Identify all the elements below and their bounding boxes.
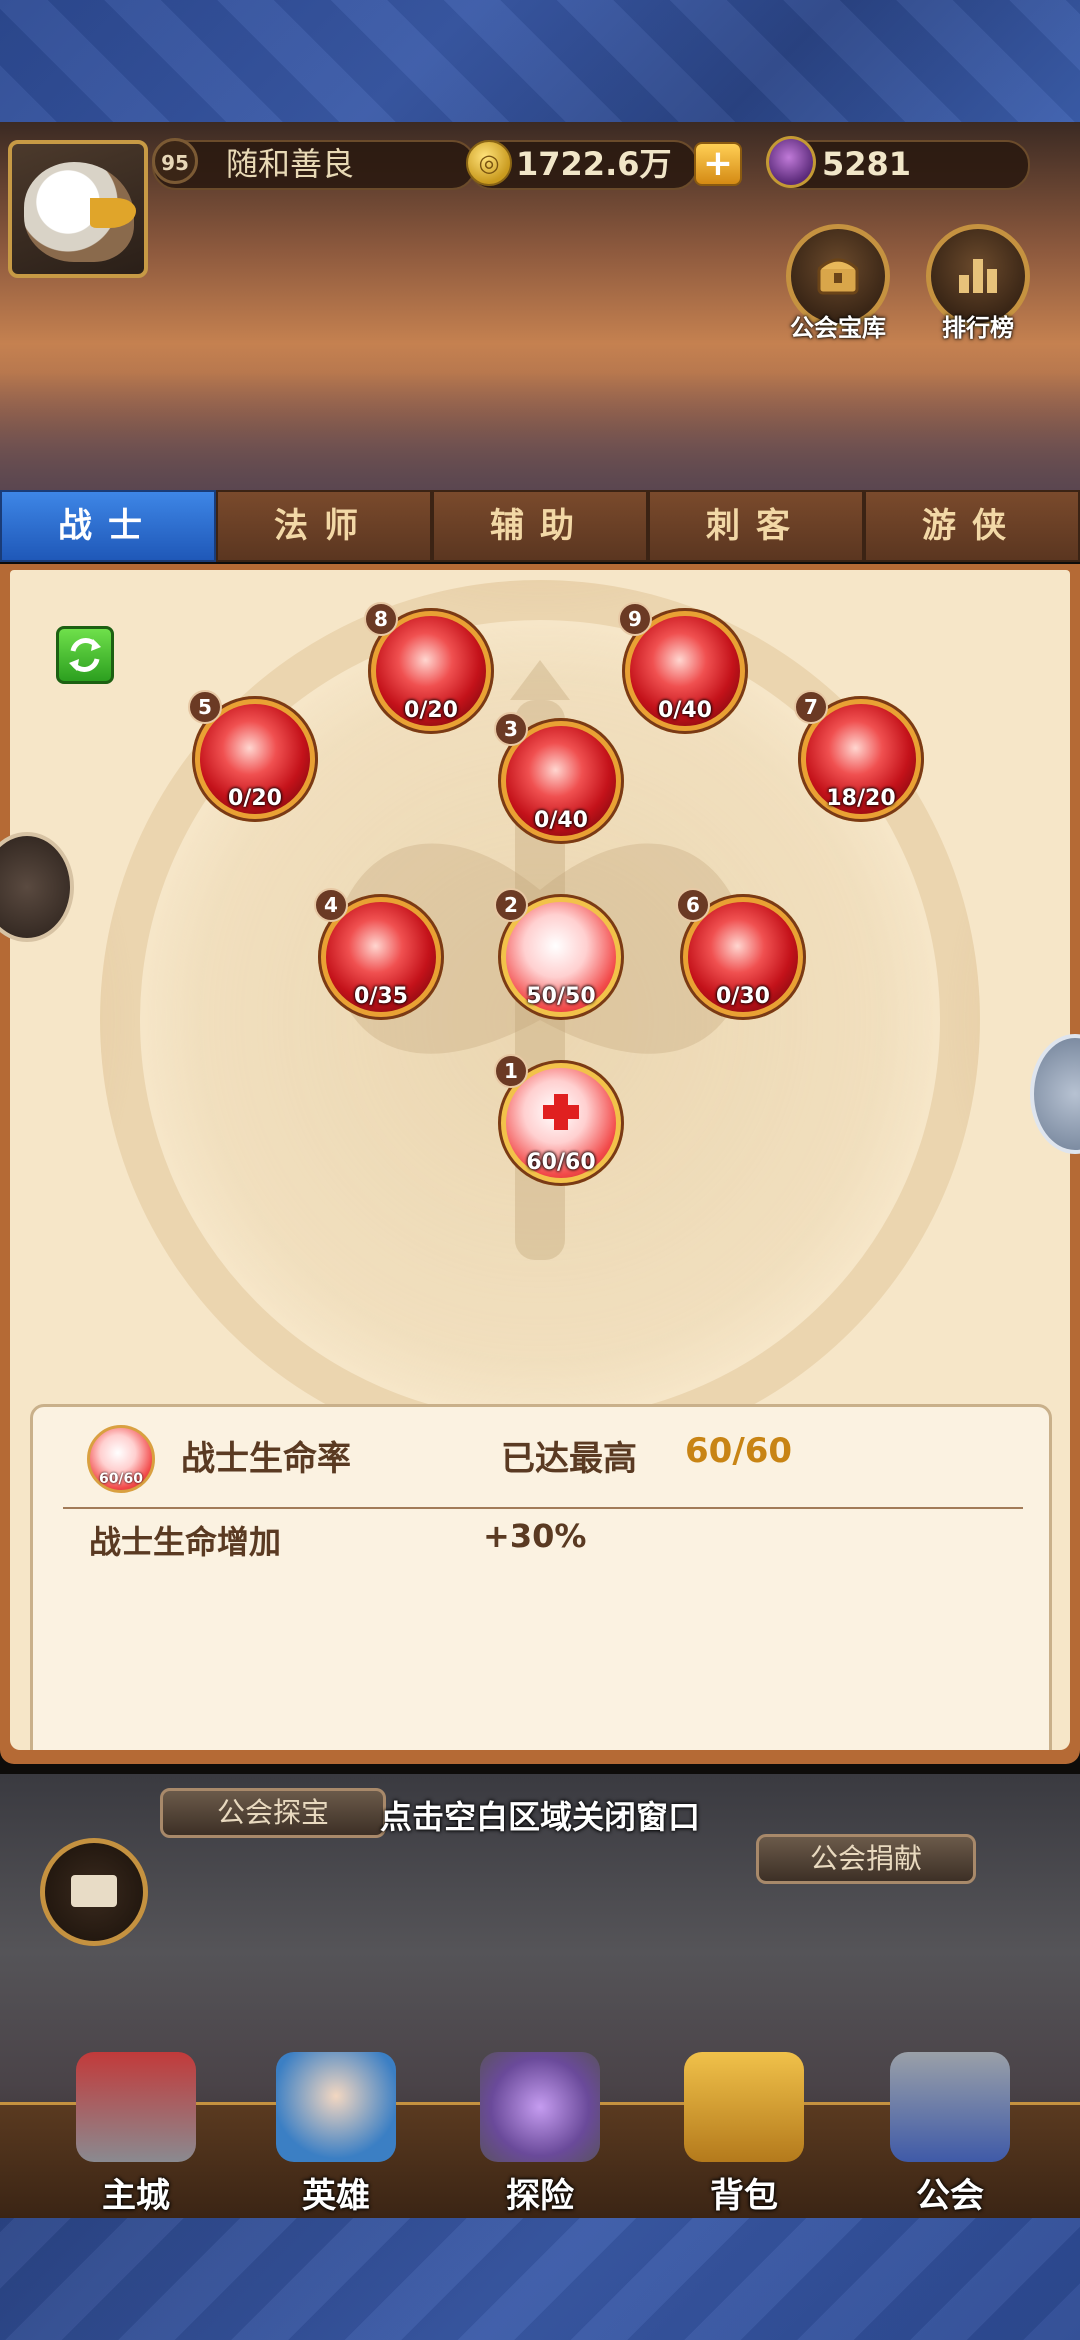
node-number: 4 bbox=[314, 888, 348, 922]
guild-vault-label: 公会宝库 bbox=[790, 314, 886, 342]
mountain-background bbox=[0, 372, 1080, 492]
level-badge: 95 bbox=[152, 138, 198, 184]
node-progress: 50/50 bbox=[526, 984, 596, 1009]
nav-backpack[interactable]: 背包 bbox=[644, 2052, 844, 2216]
node-progress: 60/60 bbox=[526, 1150, 596, 1175]
talent-node-6[interactable]: 6 0/30 bbox=[676, 888, 806, 1020]
nav-label: 探险 bbox=[506, 2176, 574, 2216]
game-screen: 95 随和善良 ◎ 1722.6万 + 5281 公会宝库 排行榜 战士 法师 … bbox=[0, 122, 1080, 2218]
player-avatar[interactable] bbox=[8, 140, 148, 278]
node-progress: 0/40 bbox=[658, 698, 712, 723]
talent-panel: 8 0/20 9 0/40 5 0/20 3 0/40 7 18/20 4 0/… bbox=[0, 564, 1080, 1764]
nav-heroes[interactable]: 英雄 bbox=[236, 2052, 436, 2216]
detail-icon-progress: 60/60 bbox=[98, 1471, 144, 1487]
node-number: 3 bbox=[494, 712, 528, 746]
ranking-label: 排行榜 bbox=[942, 314, 1014, 342]
talent-detail-box: 60/60 战士生命率 已达最高 60/60 战士生命增加 +30% bbox=[30, 1404, 1052, 1750]
node-number: 9 bbox=[618, 602, 652, 636]
ranking-bars-icon bbox=[959, 259, 997, 293]
tab-warrior[interactable]: 战士 bbox=[0, 490, 216, 562]
talent-status: 已达最高 bbox=[501, 1439, 637, 1479]
talent-node-8[interactable]: 8 0/20 bbox=[364, 602, 494, 734]
gem-amount: 5281 bbox=[822, 145, 912, 183]
portal-icon bbox=[480, 2052, 600, 2162]
hero-portrait-icon bbox=[276, 2052, 396, 2162]
add-gold-button[interactable]: + bbox=[694, 142, 742, 186]
class-tabs: 战士 法师 辅助 刺客 游侠 bbox=[0, 490, 1080, 564]
talent-node-9[interactable]: 9 0/40 bbox=[618, 602, 748, 734]
nav-label: 主城 bbox=[102, 2176, 170, 2216]
gold-coin-icon: ◎ bbox=[466, 140, 512, 186]
node-progress: 18/20 bbox=[826, 786, 896, 811]
gem-icon bbox=[766, 136, 816, 188]
node-number: 5 bbox=[188, 690, 222, 724]
tab-support[interactable]: 辅助 bbox=[432, 490, 648, 562]
gold-amount: 1722.6万 bbox=[516, 145, 672, 183]
node-progress: 0/30 bbox=[716, 984, 770, 1009]
top-letterbox bbox=[0, 0, 1080, 122]
close-window-hint: 点击空白区域关闭窗口 bbox=[379, 1798, 700, 1836]
castle-icon bbox=[76, 2052, 196, 2162]
detail-divider bbox=[63, 1507, 1023, 1509]
bottom-letterbox bbox=[0, 2218, 1080, 2340]
player-name: 随和善良 bbox=[226, 145, 355, 183]
talent-node-2[interactable]: 2 50/50 bbox=[494, 888, 624, 1020]
effect-value: +30% bbox=[483, 1517, 587, 1555]
reset-talents-button[interactable] bbox=[56, 626, 114, 684]
guild-tower-icon bbox=[890, 2052, 1010, 2162]
talent-progress: 60/60 bbox=[685, 1431, 793, 1471]
nav-label: 英雄 bbox=[302, 2176, 370, 2216]
nav-adventure[interactable]: 探险 bbox=[440, 2052, 640, 2216]
node-progress: 0/35 bbox=[354, 984, 408, 1009]
treasure-chest-icon bbox=[817, 258, 859, 295]
node-number: 2 bbox=[494, 888, 528, 922]
talent-node-7[interactable]: 7 18/20 bbox=[794, 690, 924, 822]
tab-assassin[interactable]: 刺客 bbox=[648, 490, 864, 562]
talent-node-3[interactable]: 3 0/40 bbox=[494, 712, 624, 844]
node-number: 8 bbox=[364, 602, 398, 636]
talent-node-4[interactable]: 4 0/35 bbox=[314, 888, 444, 1020]
nav-label: 公会 bbox=[916, 2176, 984, 2216]
talent-name: 战士生命率 bbox=[181, 1439, 351, 1479]
nav-label: 背包 bbox=[710, 2176, 778, 2216]
tab-ranger[interactable]: 游侠 bbox=[864, 490, 1080, 562]
nav-guild[interactable]: 公会 bbox=[850, 2052, 1050, 2216]
node-number: 7 bbox=[794, 690, 828, 724]
mail-icon bbox=[71, 1875, 117, 1907]
effect-label: 战士生命增加 bbox=[89, 1523, 282, 1561]
backpack-icon bbox=[684, 2052, 804, 2162]
talent-panel-body: 8 0/20 9 0/40 5 0/20 3 0/40 7 18/20 4 0/… bbox=[10, 570, 1070, 1750]
refresh-icon bbox=[69, 638, 101, 672]
node-number: 6 bbox=[676, 888, 710, 922]
talent-node-5[interactable]: 5 0/20 bbox=[188, 690, 318, 822]
mail-button[interactable] bbox=[40, 1838, 148, 1946]
tab-mage[interactable]: 法师 bbox=[216, 490, 432, 562]
node-progress: 0/20 bbox=[404, 698, 458, 723]
node-progress: 0/40 bbox=[534, 808, 588, 833]
nav-main-city[interactable]: 主城 bbox=[36, 2052, 236, 2216]
health-cross-icon bbox=[543, 1094, 579, 1130]
guild-donate-button[interactable]: 公会捐献 bbox=[756, 1834, 976, 1884]
node-number: 1 bbox=[494, 1054, 528, 1088]
node-progress: 0/20 bbox=[228, 786, 282, 811]
talent-node-1[interactable]: 1 60/60 bbox=[494, 1054, 624, 1186]
